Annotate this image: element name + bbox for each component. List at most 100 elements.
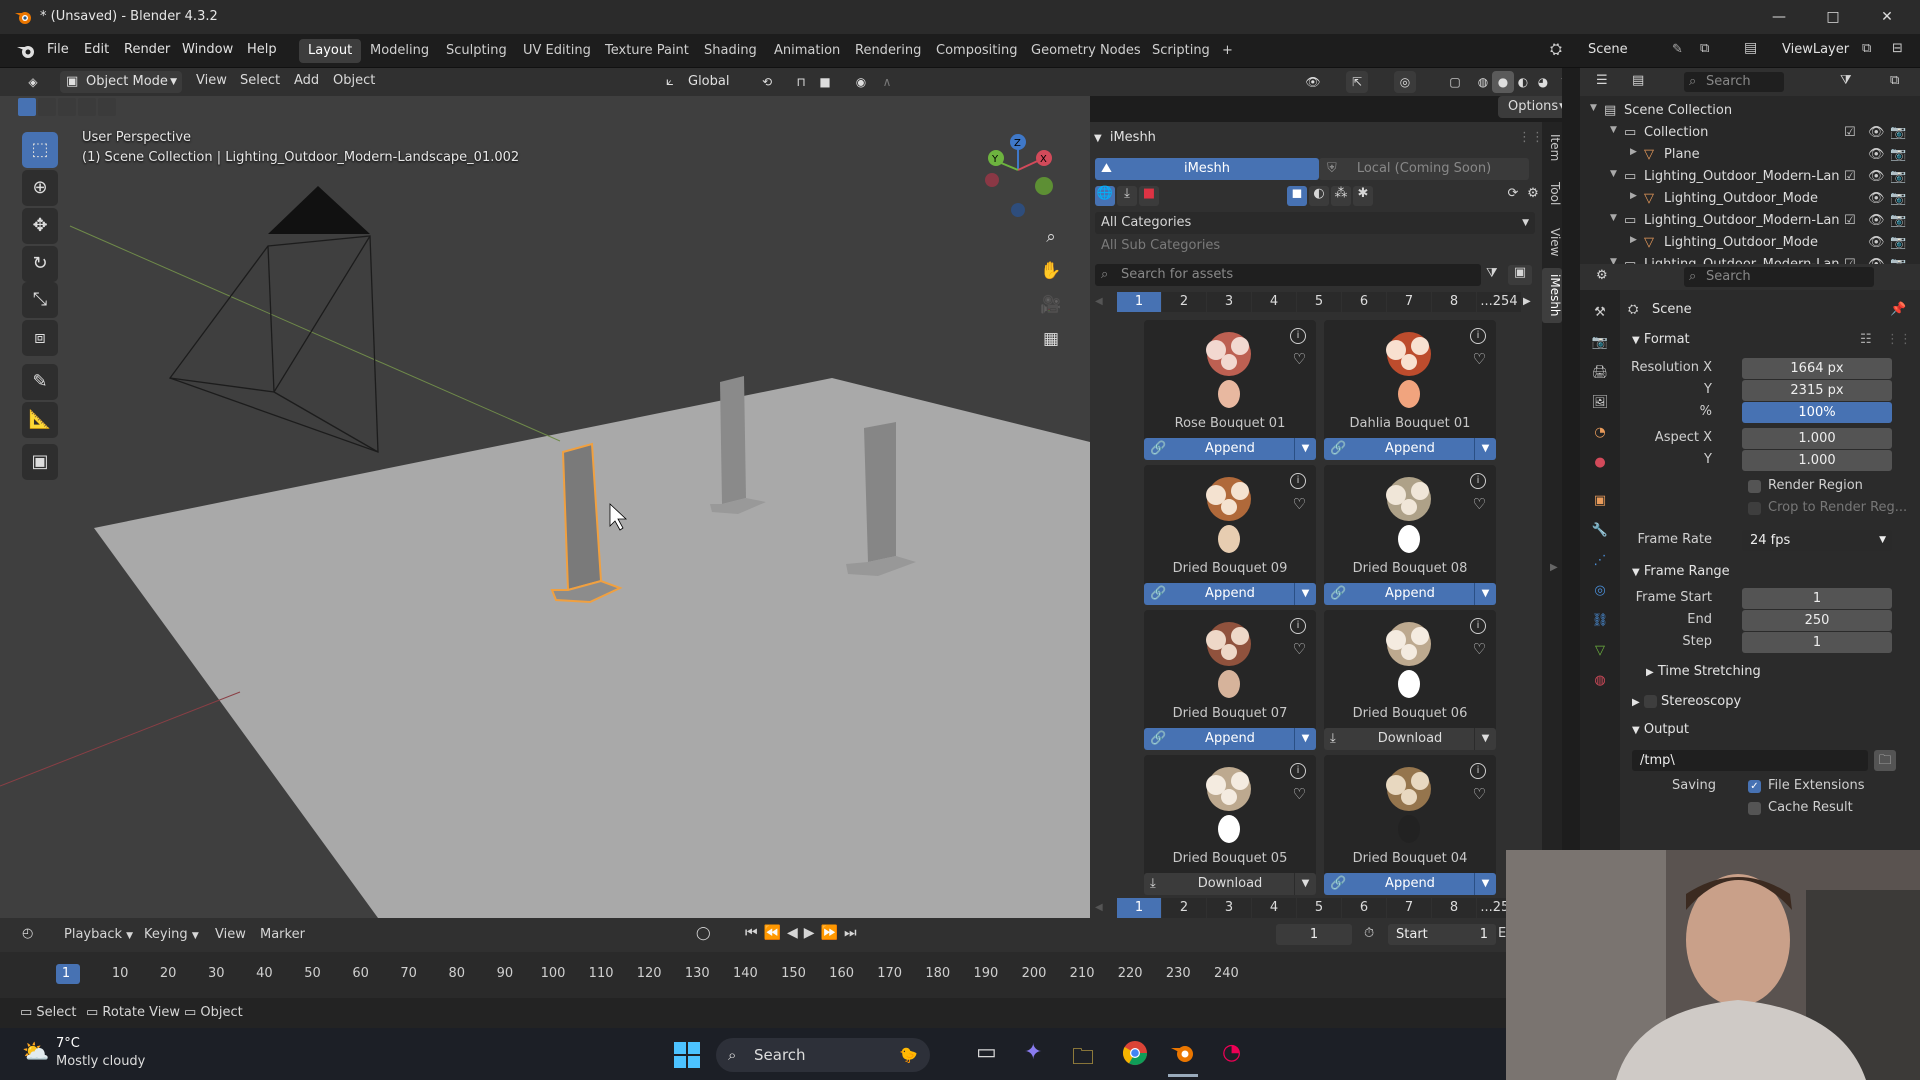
select-subtract-icon[interactable] — [58, 98, 76, 116]
refresh-icon[interactable]: ⟳ — [1503, 186, 1523, 206]
pivot-icon[interactable]: ⟲ — [756, 71, 778, 93]
frame-range-section-header[interactable]: ▼ Frame Range — [1632, 564, 1730, 579]
select-box-tool[interactable]: ⬚ — [22, 132, 58, 168]
tab-compositing[interactable]: Compositing — [927, 39, 1027, 63]
info-icon[interactable]: i — [1290, 763, 1306, 779]
drag-handle-icon[interactable]: ⋮⋮ — [1886, 332, 1912, 347]
outliner-row[interactable]: ▼ ▭ Lighting_Outdoor_Modern-Lan ☑ 👁 📷 — [1580, 166, 1920, 188]
chevron-icon[interactable]: ▼ — [1610, 125, 1617, 135]
copilot-icon[interactable]: ✦ — [1024, 1040, 1042, 1065]
online-icon[interactable]: 🌐 — [1095, 186, 1115, 206]
menu-playback[interactable]: Playback ▼ — [64, 927, 133, 942]
annotate-tool[interactable]: ✎ — [22, 364, 58, 400]
stereoscopy-section-header[interactable]: ▶ Stereoscopy — [1632, 694, 1741, 709]
particles-filter-icon[interactable]: ⁂ — [1331, 186, 1351, 206]
frame-end-field[interactable]: 250 — [1742, 610, 1892, 631]
auto-keying-icon[interactable]: ◯ — [696, 926, 711, 941]
editor-type-icon[interactable]: ◈ — [22, 71, 44, 93]
favorite-heart-icon[interactable]: ♡ — [1293, 640, 1306, 658]
object-mode-dropdown[interactable]: ▣ Object Mode ▼ — [60, 71, 182, 93]
page-button[interactable]: 2 — [1162, 292, 1206, 312]
menu-edit[interactable]: Edit — [84, 42, 109, 57]
favorite-heart-icon[interactable]: ♡ — [1293, 785, 1306, 803]
info-icon[interactable]: i — [1470, 763, 1486, 779]
pin-icon[interactable]: 📌 — [1890, 302, 1906, 317]
page-button[interactable]: 1 — [1117, 898, 1161, 918]
asset-card[interactable]: i ♡ Dried Bouquet 09 🔗 Append ▼ — [1144, 465, 1316, 605]
page-button[interactable]: 3 — [1207, 292, 1251, 312]
asset-thumbnail[interactable] — [1184, 618, 1274, 702]
tab-item[interactable]: Item — [1542, 128, 1562, 167]
page-button[interactable]: 8 — [1432, 898, 1476, 918]
asset-card[interactable]: i ♡ Dried Bouquet 04 🔗 Append ▼ — [1324, 755, 1496, 895]
outliner-row[interactable]: ▼ ▤ Scene Collection — [1580, 100, 1920, 122]
camera-view-icon[interactable]: 🎥 — [1036, 290, 1066, 320]
ortho-grid-icon[interactable]: ▦ — [1036, 324, 1066, 354]
info-icon[interactable]: i — [1290, 618, 1306, 634]
cache-result-checkbox[interactable] — [1748, 802, 1761, 815]
camera-render-icon[interactable]: 📷 — [1890, 235, 1906, 250]
new-scene-icon[interactable]: ⧉ — [1700, 41, 1709, 56]
resolution-percent-slider[interactable]: 100% — [1742, 402, 1892, 423]
imeshh-tab[interactable]: ⛰ iMeshh — [1095, 158, 1319, 180]
prev-page-icon[interactable]: ◀ — [1095, 898, 1109, 918]
favorite-heart-icon[interactable]: ♡ — [1473, 640, 1486, 658]
filter-icon[interactable]: ⧩ — [1486, 266, 1498, 281]
tab-uv-editing[interactable]: UV Editing — [514, 39, 600, 63]
snap-icon[interactable]: ⊓ — [790, 71, 812, 93]
asset-search-input[interactable]: ⌕ Search for assets — [1095, 264, 1481, 286]
prev-page-icon[interactable]: ◀ — [1095, 292, 1109, 312]
new-collection-icon[interactable]: ⧉ — [1890, 73, 1899, 88]
menu-file[interactable]: File — [47, 42, 69, 57]
hdri-filter-icon[interactable]: ✱ — [1353, 186, 1373, 206]
scene-icon[interactable]: ⛭ — [1550, 40, 1574, 62]
gizmo-icon[interactable]: ⇱ — [1346, 71, 1368, 93]
models-filter-icon[interactable]: ◼ — [1287, 186, 1307, 206]
object-properties-icon[interactable]: ▣ — [1591, 492, 1609, 510]
render-region-checkbox[interactable] — [1748, 480, 1761, 493]
windows-start-icon[interactable] — [674, 1042, 700, 1068]
page-button[interactable]: 4 — [1252, 292, 1296, 312]
page-button[interactable]: 6 — [1342, 292, 1386, 312]
eye-icon[interactable]: 👁 — [1868, 191, 1885, 206]
output-path-input[interactable]: /tmp\ — [1632, 750, 1868, 771]
collapse-arrow-icon[interactable]: ▶ — [1550, 562, 1558, 573]
info-icon[interactable]: i — [1290, 328, 1306, 344]
info-icon[interactable]: i — [1290, 473, 1306, 489]
outliner-search-input[interactable]: ⌕ Search — [1684, 72, 1784, 92]
data-properties-icon[interactable]: ▽ — [1591, 642, 1609, 660]
tab-scripting[interactable]: Scripting — [1143, 39, 1219, 63]
tool-properties-icon[interactable]: ⚒ — [1591, 304, 1609, 322]
start-frame-field[interactable]: Start 1 — [1388, 924, 1496, 945]
pan-hand-icon[interactable]: ✋ — [1036, 256, 1066, 286]
add-cube-tool[interactable]: ▣ — [22, 444, 58, 480]
category-dropdown[interactable]: All Categories ▼ — [1095, 212, 1535, 234]
menu-view[interactable]: View — [215, 927, 246, 942]
chevron-icon[interactable]: ▶ — [1630, 191, 1637, 201]
chevron-down-icon[interactable]: ▼ — [1294, 583, 1316, 605]
task-view-icon[interactable]: ▭ — [976, 1040, 997, 1065]
tab-shading[interactable]: Shading — [695, 39, 766, 63]
tab-view[interactable]: View — [1542, 222, 1562, 262]
favorites-icon[interactable]: ■ — [1139, 186, 1159, 206]
chevron-down-icon[interactable]: ▼ — [1294, 873, 1316, 895]
transform-tool[interactable]: ⧈ — [22, 320, 58, 356]
asset-card[interactable]: i ♡ Rose Bouquet 01 🔗 Append ▼ — [1144, 320, 1316, 460]
menu-add[interactable]: Add — [294, 73, 319, 88]
chevron-icon[interactable]: ▼ — [1610, 169, 1617, 179]
cursor-tool[interactable]: ⊕ — [22, 170, 58, 206]
asset-thumbnail[interactable] — [1184, 763, 1274, 847]
close-button[interactable]: ✕ — [1864, 0, 1910, 34]
navigation-gizmo[interactable]: Z X Y — [985, 134, 1053, 217]
eye-icon[interactable]: 👁 — [1868, 235, 1885, 250]
tab-rendering[interactable]: Rendering — [846, 39, 930, 63]
page-button[interactable]: 1 — [1117, 292, 1161, 312]
outliner-editor-icon[interactable]: ☰ — [1596, 73, 1608, 88]
menu-keying[interactable]: Keying ▼ — [144, 927, 199, 942]
drag-handle-icon[interactable]: ⋮⋮ — [1518, 130, 1544, 145]
measure-tool[interactable]: 📐 — [22, 402, 58, 438]
asset-append-button[interactable]: 🔗 Append ▼ — [1324, 438, 1496, 460]
material-shading-icon[interactable]: ◐ — [1512, 71, 1534, 93]
settings-gear-icon[interactable]: ⚙ — [1523, 186, 1543, 206]
page-button[interactable]: 7 — [1387, 292, 1431, 312]
